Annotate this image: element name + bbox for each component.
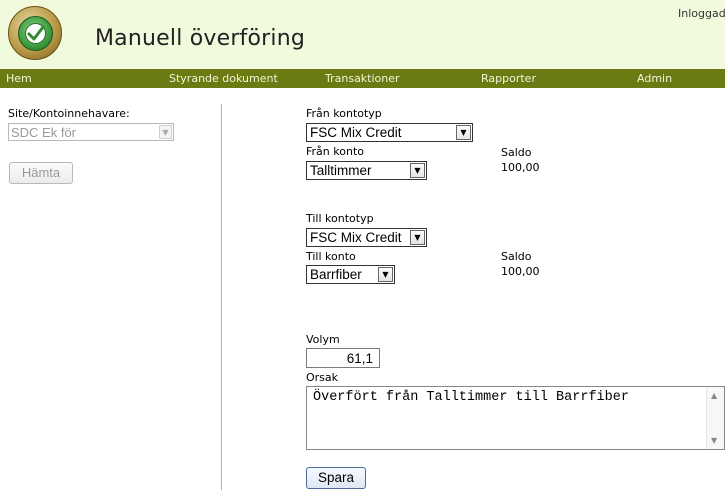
to-account-type-label: Till kontotyp (306, 212, 374, 225)
scroll-down-icon[interactable]: ▼ (711, 436, 717, 445)
chevron-down-icon: ▼ (410, 163, 425, 178)
to-account-value: Barrfiber (310, 267, 362, 282)
site-select[interactable]: SDC Ek för ▼ (8, 123, 174, 141)
nav-item-admin[interactable]: Admin (637, 72, 672, 85)
fetch-button[interactable]: Hämta (9, 162, 73, 184)
from-account-select[interactable]: Talltimmer ▼ (306, 161, 427, 180)
to-account-label: Till konto (306, 250, 356, 263)
main-nav: Hem Styrande dokument Transaktioner Rapp… (0, 69, 725, 88)
from-balance-label: Saldo (501, 146, 532, 159)
from-account-type-select[interactable]: FSC Mix Credit ▼ (306, 123, 473, 142)
site-label: Site/Kontoinnehavare: (8, 107, 130, 120)
header: Manuell överföring Inloggad (0, 0, 725, 69)
to-account-type-value: FSC Mix Credit (310, 230, 402, 245)
page-title: Manuell överföring (95, 26, 306, 51)
reason-label: Orsak (306, 371, 339, 384)
volume-label: Volym (306, 333, 340, 346)
chevron-down-icon: ▼ (410, 230, 425, 245)
from-account-type-value: FSC Mix Credit (310, 125, 402, 140)
from-account-label: Från konto (306, 145, 364, 158)
reason-textarea[interactable]: Överfört från Talltimmer till Barrfiber … (306, 386, 725, 450)
from-account-value: Talltimmer (310, 163, 372, 178)
to-balance-label: Saldo (501, 250, 532, 263)
save-button[interactable]: Spara (306, 467, 366, 489)
site-select-value: SDC Ek för (11, 125, 77, 140)
panel-divider (221, 104, 222, 490)
to-account-type-select[interactable]: FSC Mix Credit ▼ (306, 228, 427, 247)
from-balance-value: 100,00 (501, 161, 540, 174)
chevron-down-icon: ▼ (159, 125, 172, 139)
to-balance-value: 100,00 (501, 265, 540, 278)
reason-text: Överfört från Talltimmer till Barrfiber (313, 390, 629, 405)
volume-value: 61,1 (346, 351, 373, 366)
login-status[interactable]: Inloggad (678, 7, 725, 20)
nav-item-styrande-dokument[interactable]: Styrande dokument (169, 72, 278, 85)
to-account-select[interactable]: Barrfiber ▼ (306, 265, 395, 284)
nav-item-hem[interactable]: Hem (6, 72, 32, 85)
chevron-down-icon: ▼ (456, 125, 471, 140)
nav-item-transaktioner[interactable]: Transaktioner (325, 72, 400, 85)
textarea-scrollbar[interactable]: ▲ ▼ (706, 387, 724, 449)
chevron-down-icon: ▼ (378, 267, 393, 282)
nav-item-rapporter[interactable]: Rapporter (481, 72, 536, 85)
volume-input[interactable]: 61,1 (306, 348, 380, 368)
scroll-up-icon[interactable]: ▲ (711, 391, 717, 400)
from-account-type-label: Från kontotyp (306, 107, 382, 120)
logo-icon (8, 6, 62, 60)
